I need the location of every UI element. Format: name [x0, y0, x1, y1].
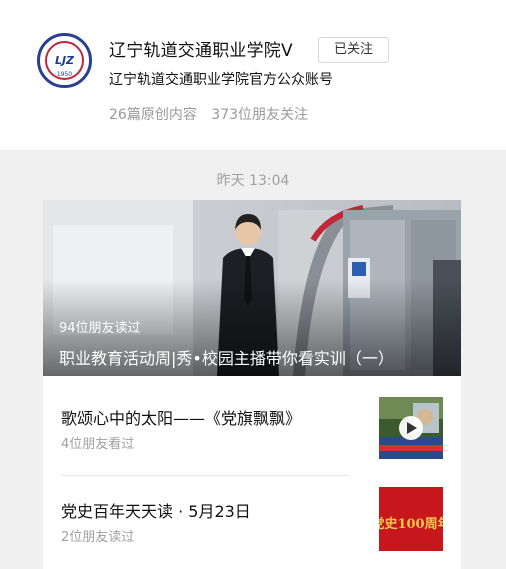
article-title[interactable]: 党史百年天天读 · 5月23日	[61, 498, 251, 522]
article-card: 94位朋友读过 职业教育活动周|秀•校园主播带你看实训（一） 歌颂心中的太阳——…	[43, 200, 461, 569]
party-history-thumbnail[interactable]: 党史100周年	[371, 487, 451, 551]
article-view-count: 4位朋友看过	[61, 437, 135, 452]
thumb-text: 党史100周年	[379, 516, 443, 532]
list-item[interactable]: 歌颂心中的太阳——《党旗飘飘》 4位朋友看过	[61, 397, 443, 467]
account-name[interactable]: 辽宁轨道交通职业学院V	[109, 36, 293, 61]
featured-read-count: 94位朋友读过	[59, 321, 141, 336]
article-title[interactable]: 歌颂心中的太阳——《党旗飘飘》	[61, 405, 301, 429]
account-stats: 26篇原创内容 373位朋友关注	[109, 104, 308, 124]
video-thumbnail[interactable]	[379, 397, 443, 459]
party-history-image: 党史100周年	[371, 487, 451, 551]
follow-button[interactable]: 已关注	[318, 37, 389, 63]
featured-article[interactable]: 94位朋友读过 职业教育活动周|秀•校园主播带你看实训（一）	[43, 200, 461, 376]
account-description: 辽宁轨道交通职业学院官方公众账号	[109, 72, 333, 88]
list-item[interactable]: 党史百年天天读 · 5月23日 2位朋友读过 党史100周年	[61, 487, 451, 557]
original-count[interactable]: 26篇原创内容	[109, 107, 197, 123]
article-read-count: 2位朋友读过	[61, 530, 135, 545]
logo-year: 1950	[56, 71, 73, 78]
video-thumbnail-image	[379, 397, 443, 459]
post-timestamp: 昨天 13:04	[216, 173, 290, 189]
logo-monogram: LJZ	[54, 54, 75, 67]
follower-count: 373位朋友关注	[211, 107, 309, 123]
account-header: LJZ 1950 辽宁轨道交通职业学院V 已关注 辽宁轨道交通职业学院官方公众账…	[0, 0, 506, 150]
school-logo[interactable]: LJZ 1950	[37, 33, 92, 88]
featured-title[interactable]: 职业教育活动周|秀•校园主播带你看实训（一）	[59, 345, 394, 369]
list-divider	[61, 475, 349, 476]
